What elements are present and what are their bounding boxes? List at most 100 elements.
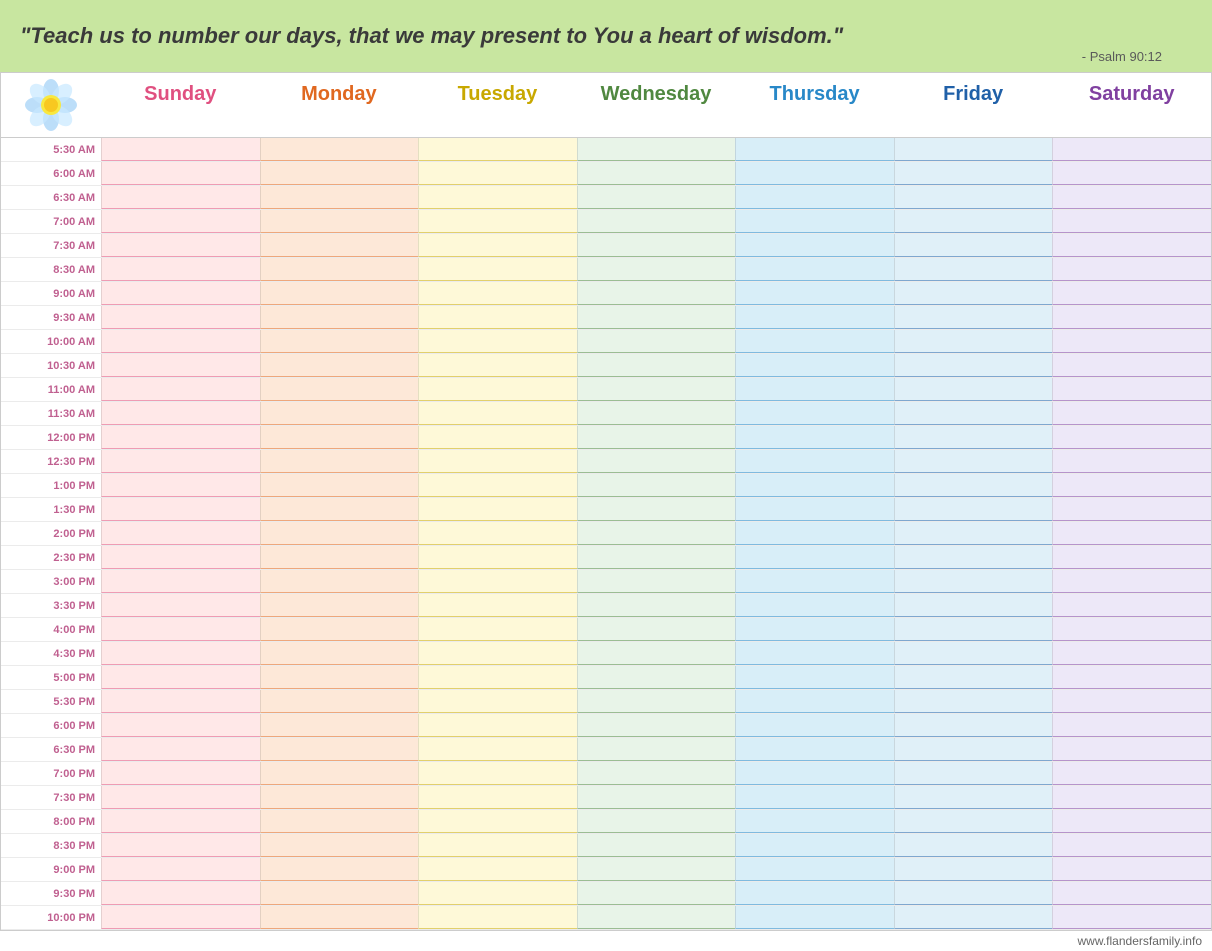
day-cell[interactable] bbox=[418, 690, 577, 713]
day-cell[interactable] bbox=[260, 642, 419, 665]
day-cell[interactable] bbox=[418, 738, 577, 761]
day-cell[interactable] bbox=[101, 402, 260, 425]
day-cell[interactable] bbox=[101, 162, 260, 185]
day-cell[interactable] bbox=[735, 810, 894, 833]
day-cell[interactable] bbox=[1052, 570, 1211, 593]
day-cell[interactable] bbox=[101, 642, 260, 665]
day-cell[interactable] bbox=[735, 450, 894, 473]
day-cell[interactable] bbox=[577, 210, 736, 233]
day-cell[interactable] bbox=[894, 522, 1053, 545]
day-cell[interactable] bbox=[260, 666, 419, 689]
day-cell[interactable] bbox=[260, 882, 419, 905]
day-cell[interactable] bbox=[101, 210, 260, 233]
day-cell[interactable] bbox=[1052, 402, 1211, 425]
day-cell[interactable] bbox=[735, 594, 894, 617]
day-cell[interactable] bbox=[1052, 378, 1211, 401]
day-cell[interactable] bbox=[260, 378, 419, 401]
day-cell[interactable] bbox=[735, 138, 894, 161]
day-cell[interactable] bbox=[101, 186, 260, 209]
day-cell[interactable] bbox=[1052, 738, 1211, 761]
day-cell[interactable] bbox=[577, 882, 736, 905]
day-cell[interactable] bbox=[418, 858, 577, 881]
day-cell[interactable] bbox=[1052, 642, 1211, 665]
day-cell[interactable] bbox=[735, 738, 894, 761]
day-cell[interactable] bbox=[1052, 282, 1211, 305]
day-cell[interactable] bbox=[101, 666, 260, 689]
day-cell[interactable] bbox=[735, 690, 894, 713]
day-cell[interactable] bbox=[577, 546, 736, 569]
day-cell[interactable] bbox=[418, 306, 577, 329]
day-cell[interactable] bbox=[418, 810, 577, 833]
day-cell[interactable] bbox=[260, 258, 419, 281]
day-cell[interactable] bbox=[735, 186, 894, 209]
day-cell[interactable] bbox=[260, 618, 419, 641]
day-cell[interactable] bbox=[894, 354, 1053, 377]
day-cell[interactable] bbox=[418, 330, 577, 353]
day-cell[interactable] bbox=[260, 402, 419, 425]
day-cell[interactable] bbox=[735, 282, 894, 305]
day-cell[interactable] bbox=[418, 594, 577, 617]
day-cell[interactable] bbox=[260, 282, 419, 305]
day-cell[interactable] bbox=[735, 546, 894, 569]
day-cell[interactable] bbox=[577, 306, 736, 329]
day-cell[interactable] bbox=[894, 858, 1053, 881]
day-cell[interactable] bbox=[260, 138, 419, 161]
day-cell[interactable] bbox=[101, 138, 260, 161]
day-cell[interactable] bbox=[577, 402, 736, 425]
day-cell[interactable] bbox=[418, 618, 577, 641]
day-cell[interactable] bbox=[260, 594, 419, 617]
day-cell[interactable] bbox=[260, 522, 419, 545]
day-cell[interactable] bbox=[260, 810, 419, 833]
day-cell[interactable] bbox=[418, 138, 577, 161]
day-cell[interactable] bbox=[577, 258, 736, 281]
day-cell[interactable] bbox=[894, 450, 1053, 473]
day-cell[interactable] bbox=[418, 210, 577, 233]
day-cell[interactable] bbox=[894, 426, 1053, 449]
day-cell[interactable] bbox=[577, 282, 736, 305]
day-cell[interactable] bbox=[894, 474, 1053, 497]
day-cell[interactable] bbox=[577, 570, 736, 593]
day-cell[interactable] bbox=[101, 546, 260, 569]
day-cell[interactable] bbox=[577, 354, 736, 377]
day-cell[interactable] bbox=[894, 906, 1053, 929]
day-cell[interactable] bbox=[260, 210, 419, 233]
day-cell[interactable] bbox=[735, 714, 894, 737]
day-cell[interactable] bbox=[1052, 810, 1211, 833]
day-cell[interactable] bbox=[418, 186, 577, 209]
day-cell[interactable] bbox=[894, 234, 1053, 257]
day-cell[interactable] bbox=[1052, 354, 1211, 377]
day-cell[interactable] bbox=[894, 642, 1053, 665]
day-cell[interactable] bbox=[1052, 426, 1211, 449]
day-cell[interactable] bbox=[1052, 258, 1211, 281]
day-cell[interactable] bbox=[1052, 690, 1211, 713]
day-cell[interactable] bbox=[1052, 162, 1211, 185]
day-cell[interactable] bbox=[1052, 498, 1211, 521]
day-cell[interactable] bbox=[260, 834, 419, 857]
day-cell[interactable] bbox=[101, 858, 260, 881]
day-cell[interactable] bbox=[894, 138, 1053, 161]
day-cell[interactable] bbox=[101, 378, 260, 401]
day-cell[interactable] bbox=[577, 738, 736, 761]
day-cell[interactable] bbox=[418, 426, 577, 449]
day-cell[interactable] bbox=[260, 906, 419, 929]
day-cell[interactable] bbox=[1052, 210, 1211, 233]
day-cell[interactable] bbox=[577, 138, 736, 161]
day-cell[interactable] bbox=[735, 354, 894, 377]
day-cell[interactable] bbox=[577, 162, 736, 185]
day-cell[interactable] bbox=[418, 786, 577, 809]
day-cell[interactable] bbox=[101, 450, 260, 473]
day-cell[interactable] bbox=[260, 546, 419, 569]
day-cell[interactable] bbox=[894, 210, 1053, 233]
day-cell[interactable] bbox=[260, 786, 419, 809]
day-cell[interactable] bbox=[577, 186, 736, 209]
day-cell[interactable] bbox=[418, 546, 577, 569]
day-cell[interactable] bbox=[735, 570, 894, 593]
day-cell[interactable] bbox=[418, 642, 577, 665]
day-cell[interactable] bbox=[894, 570, 1053, 593]
day-cell[interactable] bbox=[894, 498, 1053, 521]
day-cell[interactable] bbox=[894, 402, 1053, 425]
day-cell[interactable] bbox=[101, 738, 260, 761]
day-cell[interactable] bbox=[418, 834, 577, 857]
day-cell[interactable] bbox=[577, 834, 736, 857]
day-cell[interactable] bbox=[735, 426, 894, 449]
